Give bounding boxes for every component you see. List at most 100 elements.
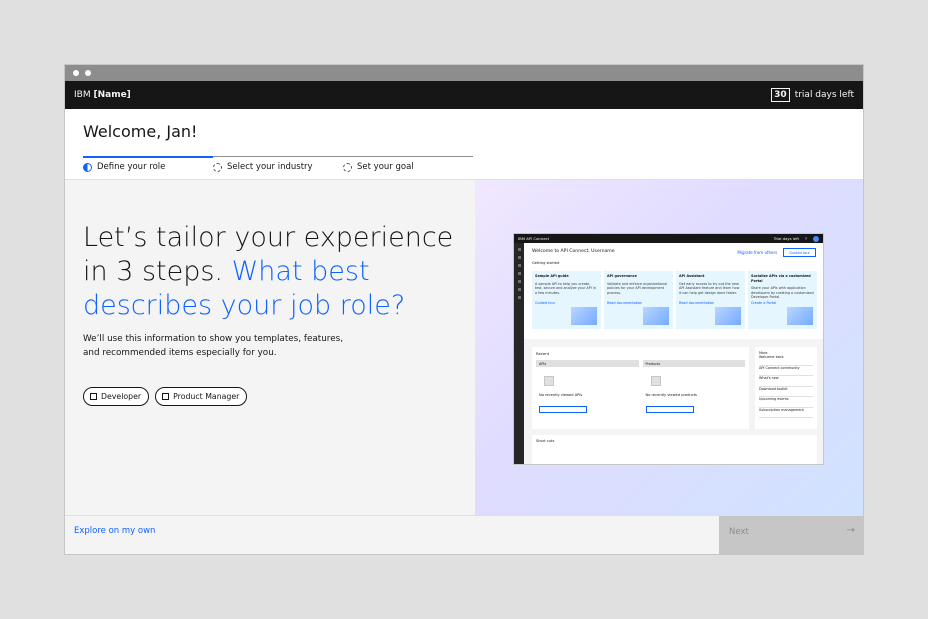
preview-recent-label: Recent — [536, 351, 550, 356]
preview-card-link: Guided tour — [535, 301, 556, 305]
next-button[interactable]: Next → — [719, 516, 863, 554]
product-preview-screenshot: IBM API Connect Trial days left ? Welcom… — [513, 233, 824, 465]
cube-icon — [544, 376, 554, 386]
nav-icon — [517, 272, 521, 275]
preview-col-text: No recently viewed products — [645, 393, 697, 397]
trial-label: trial days left — [794, 90, 854, 100]
preview-getting-started: Getting started — [532, 261, 560, 265]
preview-card-body: A sample API to help you create, test, s… — [535, 281, 596, 295]
progress-indicator: Define your role Select your industry Se… — [83, 156, 474, 172]
preview-header: Welcome to API Connect, Username Migrate… — [524, 243, 823, 339]
arrow-right-icon: → — [846, 525, 855, 536]
preview-body: Welcome to API Connect, Username Migrate… — [524, 243, 823, 464]
checkbox-icon[interactable] — [162, 393, 170, 400]
illustration-icon — [787, 307, 813, 325]
role-option-developer[interactable]: Developer — [83, 387, 150, 406]
role-label: Product Manager — [173, 392, 240, 401]
description: We’ll use this information to show you t… — [83, 334, 344, 358]
step-label: Select your industry — [227, 162, 313, 172]
preview-more-item: Subscription management — [759, 408, 813, 418]
explore-link[interactable]: Explore on my own — [74, 526, 155, 536]
preview-col-button — [645, 406, 694, 413]
nav-icon — [517, 296, 521, 299]
preview-col-button — [539, 406, 587, 413]
preview-topbar-title: IBM API Connect — [518, 236, 550, 241]
preview-more-item: Welcome back — [759, 355, 813, 366]
preview-card-link: Create a Portal — [751, 301, 777, 305]
step-define-role[interactable]: Define your role — [83, 156, 213, 172]
checkbox-icon[interactable] — [90, 393, 97, 400]
role-options: Developer Product Manager — [83, 387, 248, 406]
preview-card-title: Socialize APIs via a customized Portal — [751, 274, 811, 283]
avatar — [813, 235, 819, 242]
nav-icon — [517, 280, 521, 283]
window-dot-icon — [73, 70, 79, 76]
welcome-header: Welcome, Jan! Define your role Select yo… — [65, 109, 863, 180]
preview-shortcuts-label: Short cuts — [536, 439, 555, 443]
step-incomplete-icon — [213, 162, 222, 172]
headline: Let’s tailor your experience in 3 steps.… — [83, 221, 463, 323]
window-dot-icon — [85, 70, 91, 76]
preview-sidebar — [514, 243, 524, 464]
step-label: Set your goal — [357, 162, 414, 172]
trial-indicator: 30 trial days left — [771, 88, 854, 102]
preview-more-item: Upcoming events — [759, 397, 813, 408]
preview-card: API Assistant Get early access to try ou… — [676, 271, 745, 329]
step-set-goal[interactable]: Set your goal — [343, 156, 473, 172]
preview-card-title: API governance — [607, 274, 637, 278]
illustration-icon — [715, 307, 741, 325]
preview-more-item: Download toolkit — [759, 387, 813, 397]
footer: Explore on my own Next → — [65, 515, 863, 554]
preview-recent-col: APIs No recently viewed APIs — [536, 360, 639, 428]
preview-card: API governance Validate and enforce orga… — [604, 271, 673, 329]
illustration-icon — [643, 307, 669, 325]
question-panel: Let’s tailor your experience in 3 steps.… — [65, 180, 475, 515]
preview-topbar: IBM API Connect Trial days left ? — [514, 234, 823, 243]
brand-name: [Name] — [93, 90, 131, 100]
main-content: Let’s tailor your experience in 3 steps.… — [65, 180, 863, 515]
preview-card: Socialize APIs via a customized Portal S… — [748, 271, 817, 329]
nav-icon — [517, 256, 521, 259]
preview-cards: Sample API guide A sample API to help yo… — [532, 271, 817, 329]
preview-col-header: APIs — [536, 360, 639, 367]
preview-more-item: What's new — [759, 376, 813, 387]
preview-col-header: Products — [642, 360, 745, 367]
step-incomplete-icon — [343, 162, 352, 172]
preview-button: Guided tour — [783, 248, 816, 257]
step-label: Define your role — [97, 162, 166, 172]
preview-card-link: Read documentation — [679, 301, 715, 305]
next-label: Next — [729, 527, 749, 537]
preview-middle: Recent APIs No recently viewed APIs Prod… — [532, 347, 817, 429]
preview-card-title: API Assistant — [679, 274, 705, 278]
app-window: IBM [Name] 30 trial days left Welcome, J… — [64, 64, 864, 555]
preview-more: More Welcome back API Connect community … — [755, 347, 817, 429]
preview-recent: Recent APIs No recently viewed APIs Prod… — [532, 347, 749, 429]
preview-recent-col: Products No recently viewed products — [642, 360, 745, 428]
brand-logo[interactable]: IBM [Name] — [74, 90, 131, 100]
help-icon: ? — [804, 236, 807, 241]
step-in-progress-icon — [83, 162, 92, 172]
preview-card-body: Validate and enforce organizational poli… — [607, 281, 668, 295]
nav-icon — [517, 264, 521, 267]
cube-icon — [650, 376, 661, 386]
top-bar: IBM [Name] 30 trial days left — [65, 81, 863, 109]
preview-card-body: Get early access to try out the new API … — [679, 281, 740, 295]
preview-more-item: API Connect community — [759, 366, 813, 376]
illustration-icon — [571, 307, 597, 325]
preview-card-title: Sample API guide — [535, 274, 569, 278]
preview-trial: Trial days left — [773, 236, 799, 241]
role-label: Developer — [101, 392, 142, 401]
nav-icon — [517, 288, 521, 291]
preview-card: Sample API guide A sample API to help yo… — [532, 271, 601, 329]
preview-link: Migrate from others — [737, 250, 778, 255]
preview-panel: IBM API Connect Trial days left ? Welcom… — [475, 180, 863, 515]
preview-card-body: Share your APIs with application develop… — [751, 286, 814, 300]
trial-count: 30 — [771, 88, 790, 102]
nav-icon — [517, 248, 521, 251]
preview-shortcuts: Short cuts — [532, 435, 817, 464]
preview-col-text: No recently viewed APIs — [539, 393, 583, 397]
role-option-product-manager[interactable]: Product Manager — [155, 387, 248, 406]
window-chrome — [65, 65, 863, 81]
page-title: Welcome, Jan! — [83, 122, 198, 141]
step-select-industry[interactable]: Select your industry — [213, 156, 343, 172]
